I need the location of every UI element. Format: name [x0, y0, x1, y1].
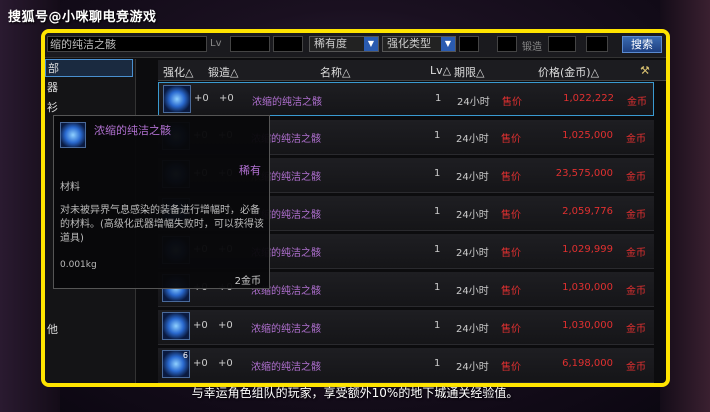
- col-forge[interactable]: 锻造△: [208, 64, 238, 80]
- forge-value: +0: [219, 93, 234, 104]
- currency-label: 金币: [626, 286, 646, 297]
- stack-count: 6: [182, 351, 188, 360]
- price-value: 1,030,000: [562, 320, 613, 331]
- price-value: 23,575,000: [555, 168, 613, 179]
- enhance-type-select[interactable]: 强化类型 ▼: [382, 36, 456, 52]
- chevron-down-icon: ▼: [364, 37, 378, 51]
- duration-value: 24小时: [457, 97, 490, 108]
- subtitle: 与幸运角色组队的玩家，享受额外10%的地下城通关经验值。: [191, 386, 519, 400]
- price-label: 售价: [501, 324, 521, 335]
- price-label: 售价: [502, 97, 522, 108]
- quantity-value: 1: [435, 93, 442, 104]
- enhance-min-input[interactable]: [459, 36, 479, 52]
- rarity-select[interactable]: 稀有度 ▼: [309, 36, 379, 52]
- level-max-input[interactable]: [273, 36, 303, 52]
- price-value: 1,022,222: [563, 93, 614, 104]
- quantity-value: 1: [434, 358, 441, 369]
- quantity-value: 1: [434, 244, 441, 255]
- duration-value: 24小时: [456, 248, 489, 259]
- currency-label: 金币: [626, 362, 646, 373]
- currency-label: 金币: [626, 324, 646, 335]
- quantity-value: 1: [434, 206, 441, 217]
- level-min-input[interactable]: [230, 36, 270, 52]
- table-row[interactable]: 6 +0 +0 浓缩的纯洁之骸 1 24小时 售价 6,198,000 金币: [158, 348, 654, 383]
- currency-label: 金币: [626, 134, 646, 145]
- col-enhance[interactable]: 强化△: [163, 64, 193, 80]
- item-tooltip: 浓缩的纯洁之骸 稀有 材料 对未被异界气息感染的装备进行增幅时，必备的材料。(高…: [53, 115, 270, 289]
- price-value: 1,025,000: [562, 130, 613, 141]
- tooltip-price: 2金币: [234, 276, 261, 287]
- price-value: 1,030,000: [562, 282, 613, 293]
- table-header: 强化△ 锻造△ 名称△ Lv△ 期限△ 价格(金币)△ ⚒: [158, 60, 666, 81]
- forge-label: 锻造: [522, 42, 542, 53]
- item-name: 浓缩的纯洁之骸: [251, 324, 321, 335]
- col-duration[interactable]: 期限△: [454, 64, 484, 80]
- col-level[interactable]: Lv△: [430, 64, 451, 77]
- duration-value: 24小时: [456, 286, 489, 297]
- currency-label: 金币: [627, 97, 647, 108]
- price-value: 6,198,000: [562, 358, 613, 369]
- rarity-select-label: 稀有度: [314, 37, 347, 50]
- quantity-value: 1: [434, 320, 441, 331]
- table-row[interactable]: +0 +0 浓缩的纯洁之骸 1 24小时 售价 1,030,000 金币: [158, 310, 654, 345]
- tooltip-weight: 0.001kg: [60, 260, 97, 270]
- price-label: 售价: [501, 172, 521, 183]
- quantity-value: 1: [434, 168, 441, 179]
- forge-min-input[interactable]: [548, 36, 576, 52]
- currency-label: 金币: [626, 248, 646, 259]
- item-icon: 6: [162, 350, 190, 378]
- auction-window: 缩的纯洁之骸 Lv 稀有度 ▼ 强化类型 ▼ 锻造 搜索 部 器 衫 他 强化△…: [41, 29, 670, 387]
- level-label: Lv: [210, 38, 222, 49]
- item-icon: [162, 312, 190, 340]
- duration-value: 24小时: [456, 362, 489, 373]
- item-icon: [163, 85, 191, 113]
- watermark: 搜狐号@小咪聊电竞游戏: [8, 10, 157, 25]
- table-row[interactable]: +0 +0 浓缩的纯洁之骸 1 24小时 售价 1,022,222 金币: [158, 82, 654, 116]
- price-label: 售价: [501, 248, 521, 259]
- quantity-value: 1: [434, 130, 441, 141]
- duration-value: 24小时: [456, 210, 489, 221]
- item-name: 浓缩的纯洁之骸: [251, 362, 321, 373]
- price-label: 售价: [501, 210, 521, 221]
- chevron-down-icon: ▼: [441, 37, 455, 51]
- enhance-value: +0: [193, 358, 208, 369]
- category-item[interactable]: 他: [45, 321, 133, 339]
- tooltip-description: 对未被异界气息感染的装备进行增幅时，必备的材料。(高级化武器增幅失败时，可以获得…: [60, 205, 264, 244]
- price-label: 售价: [501, 286, 521, 297]
- col-name[interactable]: 名称△: [320, 64, 350, 80]
- item-name: 浓缩的纯洁之骸: [252, 97, 322, 108]
- enhance-max-input[interactable]: [497, 36, 517, 52]
- enhance-value: +0: [194, 93, 209, 104]
- item-name-input[interactable]: 缩的纯洁之骸: [47, 36, 207, 52]
- category-item[interactable]: 器: [45, 79, 133, 97]
- forge-max-input[interactable]: [586, 36, 608, 52]
- forge-value: +0: [218, 358, 233, 369]
- hammer-icon: ⚒: [640, 64, 650, 77]
- price-value: 1,029,999: [562, 244, 613, 255]
- price-label: 售价: [501, 362, 521, 373]
- tooltip-title: 浓缩的纯洁之骸: [94, 124, 171, 137]
- enhance-value: +0: [193, 320, 208, 331]
- price-value: 2,059,776: [562, 206, 613, 217]
- tooltip-rarity: 稀有: [239, 164, 261, 177]
- duration-value: 24小时: [456, 134, 489, 145]
- currency-label: 金币: [626, 172, 646, 183]
- duration-value: 24小时: [456, 172, 489, 183]
- currency-label: 金币: [626, 210, 646, 221]
- search-bar: 缩的纯洁之骸 Lv 稀有度 ▼ 强化类型 ▼ 锻造 搜索: [45, 33, 666, 58]
- duration-value: 24小时: [456, 324, 489, 335]
- price-label: 售价: [501, 134, 521, 145]
- col-price[interactable]: 价格(金币)△: [538, 64, 599, 80]
- enhance-type-select-label: 强化类型: [387, 37, 431, 50]
- tooltip-type: 材料: [60, 182, 80, 193]
- forge-value: +0: [218, 320, 233, 331]
- search-button[interactable]: 搜索: [622, 36, 662, 53]
- quantity-value: 1: [434, 282, 441, 293]
- category-item[interactable]: 部: [45, 59, 133, 77]
- item-icon: [60, 122, 86, 148]
